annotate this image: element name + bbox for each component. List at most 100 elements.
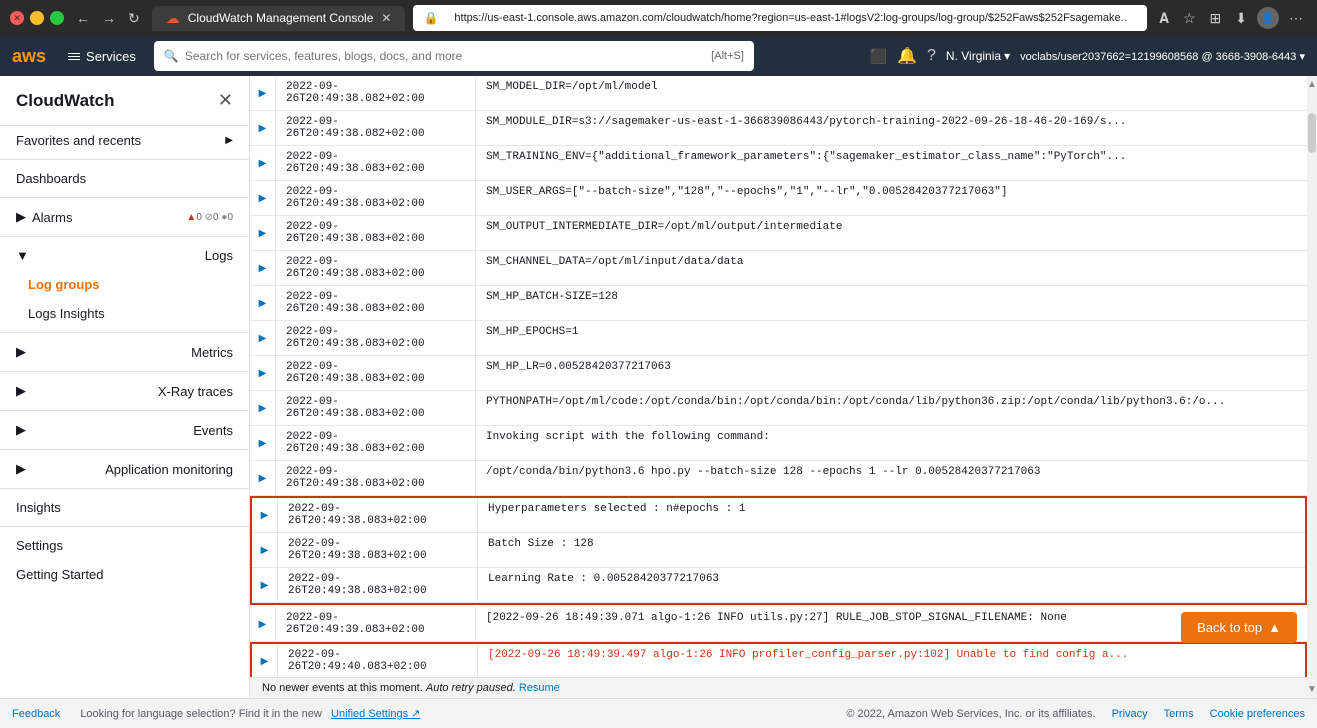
log-expand-cell[interactable]: ▶: [252, 533, 278, 567]
log-expand-btn[interactable]: ▶: [259, 333, 267, 344]
log-expand-btn[interactable]: ▶: [259, 88, 267, 99]
window-minimize-btn[interactable]: [30, 11, 44, 25]
sidebar-item-metrics[interactable]: ▶ Metrics: [0, 337, 249, 367]
log-expand-cell[interactable]: ▶: [250, 146, 276, 180]
log-expand-cell[interactable]: ▶: [250, 181, 276, 215]
profile-avatar[interactable]: 👤: [1257, 7, 1279, 29]
table-row[interactable]: ▶2022-09-26T20:49:38.083+02:00Hyperparam…: [252, 498, 1305, 533]
sidebar-item-xray[interactable]: ▶ X-Ray traces: [0, 376, 249, 406]
unified-settings-link[interactable]: Unified Settings ↗: [331, 708, 420, 720]
table-row[interactable]: ▶2022-09-26T20:49:38.083+02:00SM_HP_BATC…: [250, 286, 1307, 321]
table-row[interactable]: ▶2022-09-26T20:49:38.083+02:00SM_OUTPUT_…: [250, 216, 1307, 251]
log-expand-btn[interactable]: ▶: [261, 510, 269, 521]
log-expand-btn[interactable]: ▶: [261, 656, 269, 667]
log-expand-btn[interactable]: ▶: [259, 619, 267, 630]
browser-refresh-btn[interactable]: ↻: [124, 8, 144, 29]
log-expand-btn[interactable]: ▶: [259, 193, 267, 204]
table-row[interactable]: ▶2022-09-26T20:49:38.083+02:00SM_CHANNEL…: [250, 251, 1307, 286]
log-table[interactable]: ▶2022-09-26T20:49:38.082+02:00SM_MODEL_D…: [250, 76, 1307, 677]
table-row[interactable]: ▶2022-09-26T20:49:38.083+02:00SM_HP_LR=0…: [250, 356, 1307, 391]
table-row[interactable]: ▶2022-09-26T20:49:38.083+02:00/opt/conda…: [250, 461, 1307, 496]
cloudshell-btn[interactable]: ⬛: [870, 48, 887, 65]
log-expand-cell[interactable]: ▶: [250, 426, 276, 460]
log-expand-btn[interactable]: ▶: [261, 545, 269, 556]
sidebar-item-dashboards[interactable]: Dashboards: [0, 164, 249, 193]
browser-back-btn[interactable]: ←: [72, 8, 94, 29]
log-expand-btn[interactable]: ▶: [259, 473, 267, 484]
cookie-preferences-link[interactable]: Cookie preferences: [1210, 708, 1305, 720]
scrollbar-thumb[interactable]: [1308, 113, 1316, 153]
tab-close-btn[interactable]: ✕: [381, 11, 391, 25]
sidebar-item-events[interactable]: ▶ Events: [0, 415, 249, 445]
sidebar-close-btn[interactable]: ✕: [218, 90, 233, 111]
sidebar-item-app-monitoring[interactable]: ▶ Application monitoring: [0, 454, 249, 484]
log-expand-cell[interactable]: ▶: [250, 321, 276, 355]
log-expand-cell[interactable]: ▶: [250, 251, 276, 285]
account-menu-btn[interactable]: voclabs/user2037662=12199608568 @ 3668-3…: [1020, 50, 1305, 63]
sidebar-item-favorites[interactable]: Favorites and recents ▶: [0, 126, 249, 155]
table-row[interactable]: ▶2022-09-26T20:49:38.083+02:00SM_USER_AR…: [250, 181, 1307, 216]
region-selector[interactable]: N. Virginia ▾: [946, 49, 1010, 63]
log-expand-cell[interactable]: ▶: [250, 216, 276, 250]
browser-forward-btn[interactable]: →: [98, 8, 120, 29]
more-options-btn[interactable]: ⋯: [1285, 8, 1307, 29]
sidebar-item-settings[interactable]: Settings: [0, 531, 249, 560]
log-expand-btn[interactable]: ▶: [259, 228, 267, 239]
log-expand-btn[interactable]: ▶: [259, 123, 267, 134]
log-expand-cell[interactable]: ▶: [250, 111, 276, 145]
log-expand-cell[interactable]: ▶: [250, 356, 276, 390]
table-row[interactable]: ▶2022-09-26T20:49:38.083+02:00SM_TRAININ…: [250, 146, 1307, 181]
table-row[interactable]: ▶2022-09-26T20:49:38.083+02:00SM_HP_EPOC…: [250, 321, 1307, 356]
window-maximize-btn[interactable]: [50, 11, 64, 25]
table-row[interactable]: ▶2022-09-26T20:49:40.083+02:00[2022-09-2…: [252, 644, 1305, 677]
log-expand-btn[interactable]: ▶: [261, 580, 269, 591]
terms-link[interactable]: Terms: [1164, 708, 1194, 720]
sidebar-item-insights[interactable]: Insights: [0, 493, 249, 522]
back-to-top-button[interactable]: Back to top ▲: [1181, 612, 1297, 643]
log-expand-cell[interactable]: ▶: [250, 391, 276, 425]
log-expand-btn[interactable]: ▶: [259, 368, 267, 379]
favorites-btn[interactable]: ☆: [1179, 8, 1200, 29]
table-row[interactable]: ▶2022-09-26T20:49:38.083+02:00Invoking s…: [250, 426, 1307, 461]
log-expand-cell[interactable]: ▶: [252, 498, 278, 532]
table-row[interactable]: ▶2022-09-26T20:49:39.083+02:00[2022-09-2…: [250, 607, 1307, 642]
log-expand-btn[interactable]: ▶: [259, 298, 267, 309]
dashboards-label: Dashboards: [16, 171, 86, 186]
feedback-button[interactable]: Feedback: [12, 708, 60, 720]
search-input[interactable]: [185, 49, 703, 63]
log-timestamp: 2022-09-26T20:49:40.083+02:00: [278, 644, 478, 677]
search-bar[interactable]: 🔍 [Alt+S]: [154, 41, 754, 71]
table-row[interactable]: ▶2022-09-26T20:49:38.082+02:00SM_MODEL_D…: [250, 76, 1307, 111]
address-bar-input[interactable]: [444, 5, 1137, 31]
log-expand-btn[interactable]: ▶: [259, 403, 267, 414]
log-expand-btn[interactable]: ▶: [259, 158, 267, 169]
sidebar-item-logs-insights[interactable]: Logs Insights: [0, 299, 249, 328]
log-expand-cell[interactable]: ▶: [250, 76, 276, 110]
sidebar-item-log-groups[interactable]: Log groups: [0, 270, 249, 299]
log-expand-cell[interactable]: ▶: [252, 644, 278, 677]
window-close-btn[interactable]: ✕: [10, 11, 24, 25]
table-row[interactable]: ▶2022-09-26T20:49:38.083+02:00PYTHONPATH…: [250, 391, 1307, 426]
log-expand-cell[interactable]: ▶: [250, 286, 276, 320]
sidebar-item-logs[interactable]: ▼ Logs: [0, 241, 249, 270]
log-expand-btn[interactable]: ▶: [259, 263, 267, 274]
read-aloud-btn[interactable]: 𝐀̶: [1155, 8, 1173, 29]
sidebar-item-getting-started[interactable]: Getting Started: [0, 560, 249, 589]
services-button[interactable]: Services: [60, 45, 144, 68]
log-expand-cell[interactable]: ▶: [252, 568, 278, 602]
support-btn[interactable]: ?: [927, 47, 936, 65]
downloads-btn[interactable]: ⬇: [1231, 8, 1251, 29]
table-row[interactable]: ▶2022-09-26T20:49:38.083+02:00Batch Size…: [252, 533, 1305, 568]
privacy-link[interactable]: Privacy: [1112, 708, 1148, 720]
log-expand-cell[interactable]: ▶: [250, 607, 276, 641]
sidebar-item-alarms[interactable]: ▶ Alarms ▲0 ⊘0 ●0: [0, 202, 249, 232]
notifications-btn[interactable]: 🔔: [897, 46, 917, 66]
resume-link[interactable]: Resume: [519, 682, 560, 694]
table-row[interactable]: ▶2022-09-26T20:49:38.083+02:00Learning R…: [252, 568, 1305, 603]
scroll-up-arrow-icon[interactable]: ▲: [1304, 76, 1317, 93]
log-expand-btn[interactable]: ▶: [259, 438, 267, 449]
table-row[interactable]: ▶2022-09-26T20:49:38.082+02:00SM_MODULE_…: [250, 111, 1307, 146]
log-expand-cell[interactable]: ▶: [250, 461, 276, 495]
scroll-down-arrow-icon[interactable]: ▼: [1304, 681, 1317, 698]
collections-btn[interactable]: ⊞: [1206, 8, 1226, 29]
